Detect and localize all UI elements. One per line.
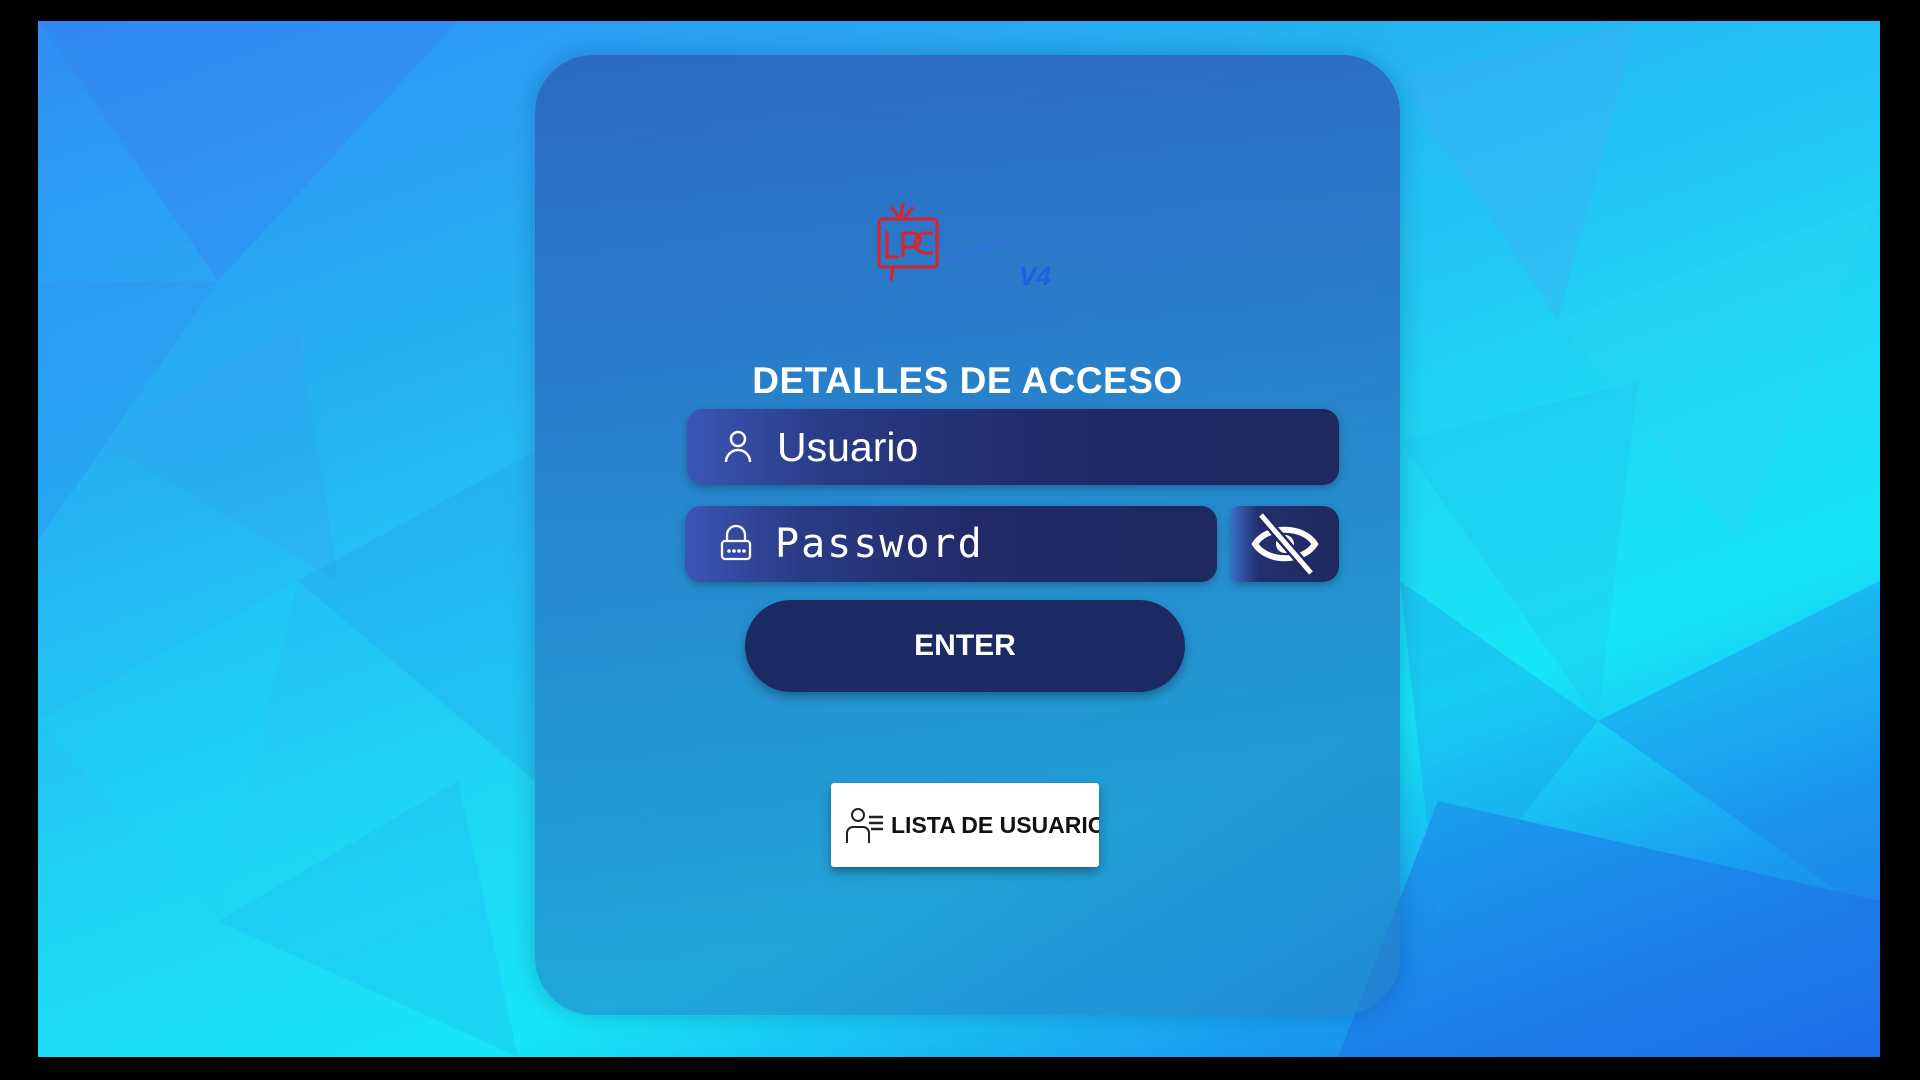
logo-wordmark: LatinoPlayChile — [938, 233, 1014, 268]
eye-slash-icon — [1251, 511, 1319, 577]
username-field[interactable]: Usuario — [687, 409, 1339, 485]
user-list-icon — [846, 808, 883, 843]
user-icon — [707, 409, 769, 485]
logo-version: V4 — [1019, 261, 1051, 291]
user-list-label: LISTA DE USUARIO — [891, 811, 1099, 838]
app-logo: LatinoPlayChile V4 — [877, 202, 1051, 291]
login-card: LatinoPlayChile V4 DETALLES DE ACCESO Us… — [535, 55, 1400, 1015]
enter-button[interactable]: ENTER — [745, 600, 1185, 692]
page-title: DETALLES DE ACCESO — [752, 360, 1183, 401]
password-field[interactable]: Password — [685, 506, 1217, 582]
password-placeholder: Password — [775, 521, 984, 567]
user-list-button[interactable]: LISTA DE USUARIO — [831, 783, 1099, 867]
lock-icon — [705, 506, 767, 582]
username-placeholder: Usuario — [777, 423, 919, 470]
toggle-password-visibility-button[interactable] — [1231, 506, 1339, 582]
app-screen: LatinoPlayChile V4 DETALLES DE ACCESO Us… — [38, 21, 1880, 1057]
